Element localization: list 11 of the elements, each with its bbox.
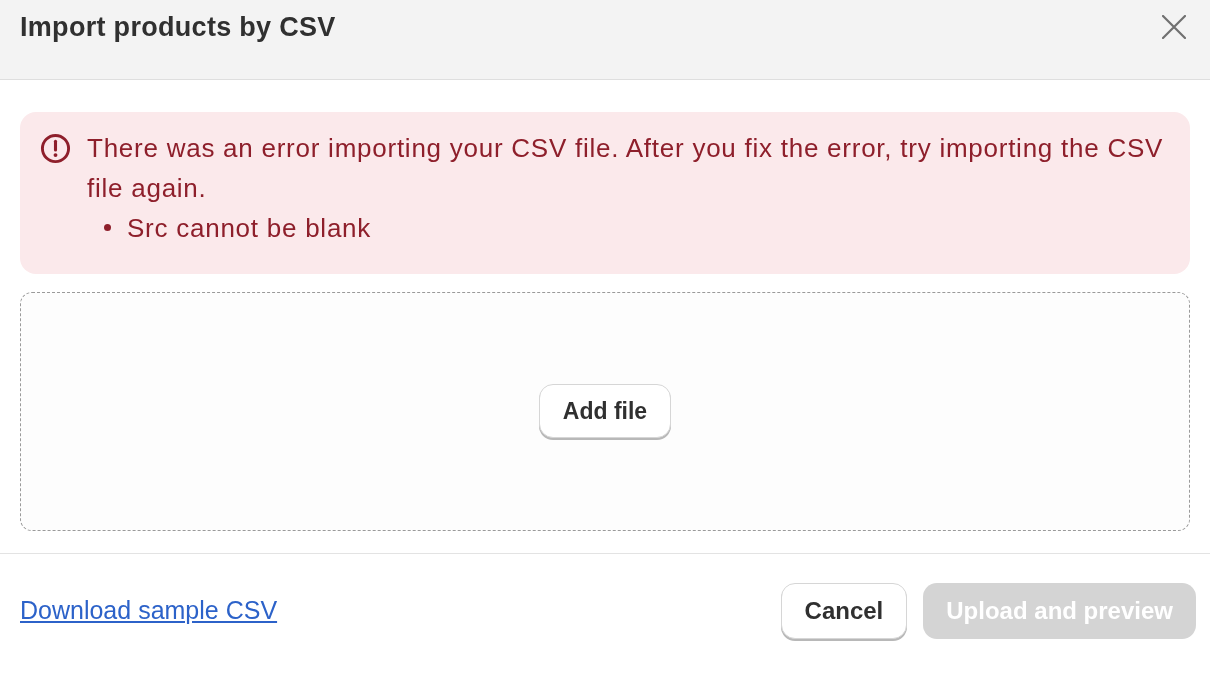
- add-file-button[interactable]: Add file: [538, 384, 672, 439]
- bullet-icon: [104, 224, 111, 232]
- error-list-item: Src cannot be blank: [127, 211, 372, 245]
- close-button[interactable]: [1160, 13, 1188, 41]
- close-icon: [1162, 15, 1186, 39]
- cancel-button[interactable]: Cancel: [780, 582, 908, 639]
- error-icon: [40, 132, 71, 164]
- dialog-title: Import products by CSV: [20, 11, 336, 44]
- error-message: There was an error importing your CSV file. After you fix the error, try importing the CSV file again.: [87, 131, 1165, 205]
- download-sample-link[interactable]: Download sample CSV: [20, 592, 278, 630]
- file-drop-zone[interactable]: Add file: [20, 291, 1190, 531]
